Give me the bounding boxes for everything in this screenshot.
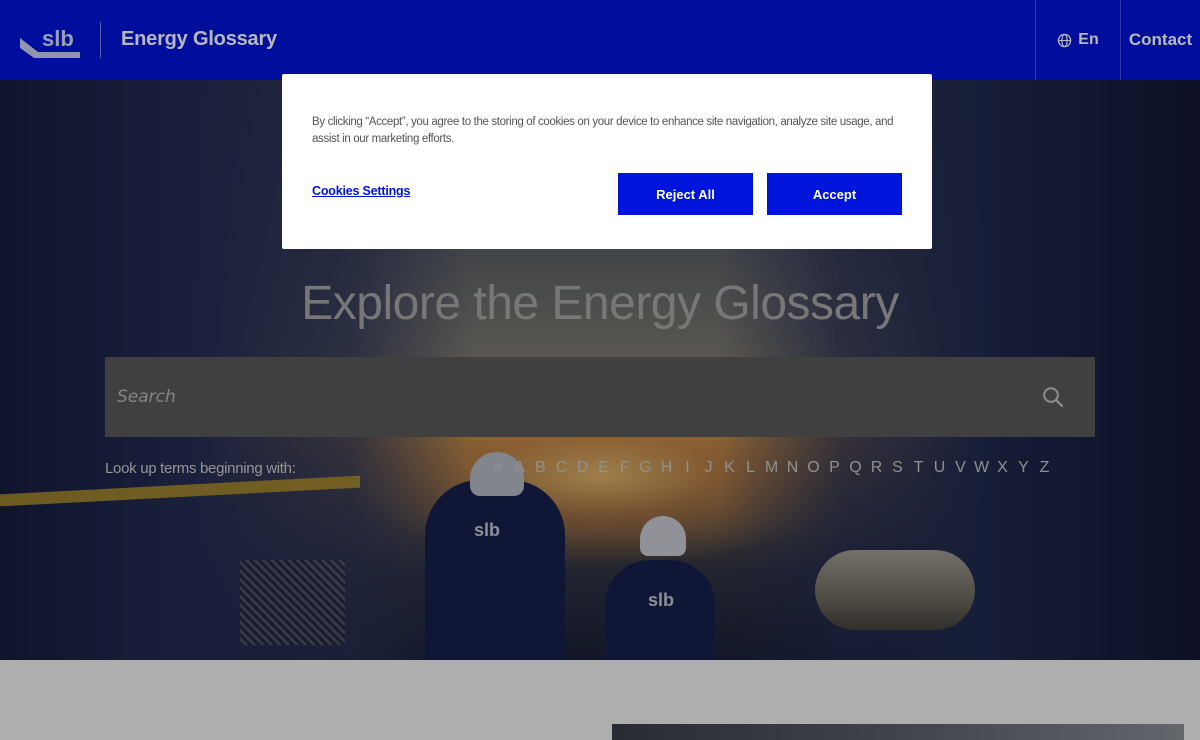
- cookie-consent-dialog: By clicking “Accept”, you agree to the s…: [282, 74, 932, 249]
- reject-all-button[interactable]: Reject All: [618, 173, 753, 215]
- accept-button[interactable]: Accept: [767, 173, 902, 215]
- cookies-settings-link[interactable]: Cookies Settings: [312, 184, 410, 198]
- cookie-message: By clicking “Accept”, you agree to the s…: [312, 116, 894, 145]
